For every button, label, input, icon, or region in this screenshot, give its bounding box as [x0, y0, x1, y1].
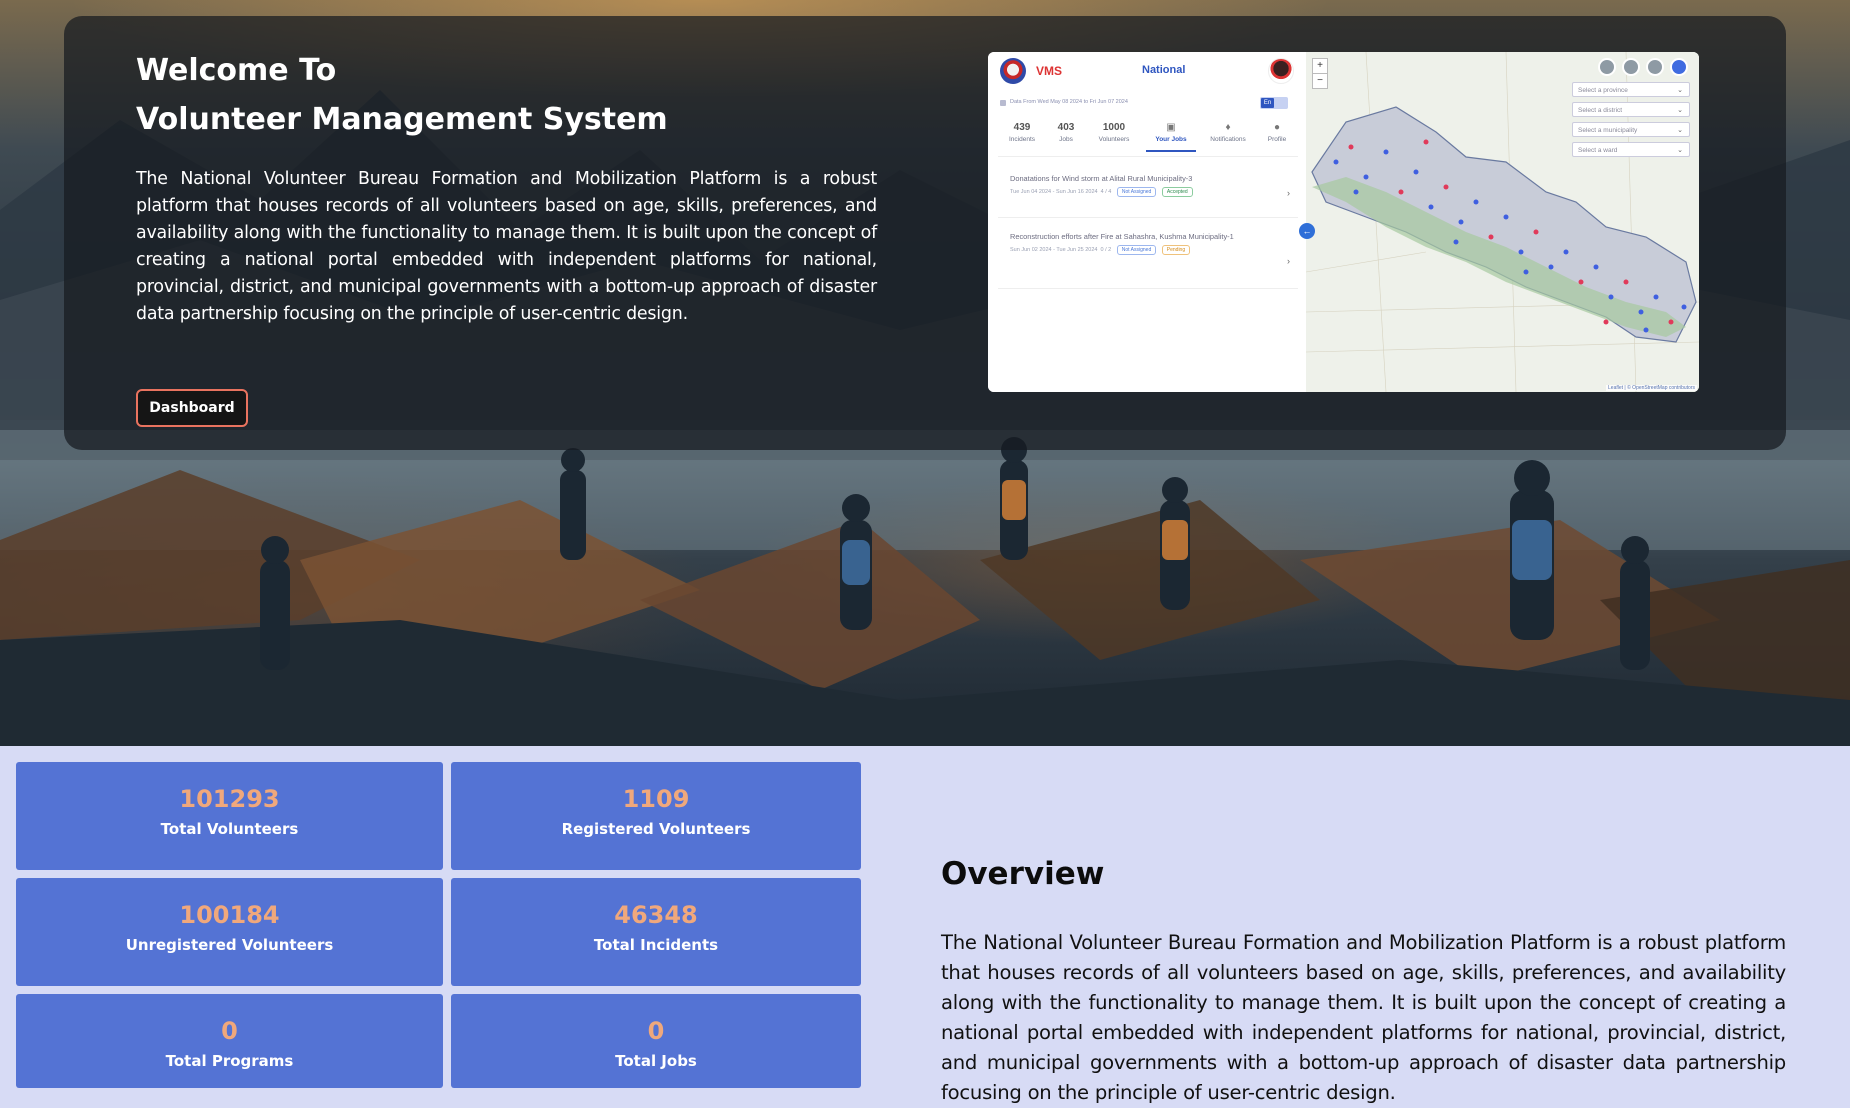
stat-value: 101293: [179, 785, 280, 813]
stat-label: Unregistered Volunteers: [125, 936, 334, 954]
stat-label: Total Jobs: [615, 1052, 697, 1070]
language-label: En: [1261, 98, 1274, 108]
user-icon: ●: [1273, 122, 1281, 133]
collapse-arrow-icon: ←: [1299, 223, 1315, 239]
active-tab-indicator: [1146, 150, 1196, 152]
stat-card-unregistered-volunteers: 100184 Unregistered Volunteers: [16, 878, 443, 986]
divider: [998, 217, 1298, 218]
settings-icon: [1646, 58, 1664, 76]
preview-stat-value: 1000: [1102, 122, 1126, 133]
preview-tab-profile: ● Profile: [1249, 122, 1305, 143]
chevron-right-icon: ›: [1287, 256, 1290, 266]
avatar: [1268, 58, 1294, 84]
preview-map: + − Select a province ⌄ Select a district…: [1305, 52, 1699, 392]
zoom-out-icon: −: [1312, 73, 1328, 89]
district-select: Select a district ⌄: [1572, 102, 1690, 117]
province-select: Select a province ⌄: [1572, 82, 1690, 97]
layers-icon: [1598, 58, 1616, 76]
language-toggle: En: [1260, 97, 1288, 109]
hero-title: Welcome To Volunteer Management System: [136, 46, 668, 144]
status-badge: Not Assigned: [1116, 187, 1157, 197]
divider: [998, 156, 1298, 157]
bell-icon: ♦: [1225, 122, 1231, 133]
preview-stat-label: Volunteers: [1098, 136, 1130, 143]
status-badge: Accepted: [1161, 187, 1193, 197]
preview-job-item: Reconstruction efforts after Fire at Sah…: [1010, 232, 1290, 266]
municipality-select-label: Select a municipality: [1578, 127, 1638, 134]
emblem-logo-icon: [1000, 58, 1026, 84]
stat-card-total-volunteers: 101293 Total Volunteers: [16, 762, 443, 870]
stat-value: 46348: [614, 901, 698, 929]
preview-job-dates: Tue Jun 04 2024 - Sun Jun 16 2024: [1010, 189, 1098, 195]
preview-tab-label: Notifications: [1210, 136, 1246, 143]
preview-job-title: Reconstruction efforts after Fire at Sah…: [1010, 232, 1234, 241]
overview-text: The National Volunteer Bureau Formation …: [941, 931, 1786, 1104]
preview-job-dates: Sun Jun 02 2024 - Tue Jun 25 2024: [1010, 247, 1098, 253]
chevron-down-icon: ⌄: [1677, 147, 1683, 154]
plus-circle-icon: [1622, 58, 1640, 76]
municipality-select: Select a municipality ⌄: [1572, 122, 1690, 137]
stat-value: 1109: [622, 785, 690, 813]
chevron-down-icon: ⌄: [1677, 127, 1683, 134]
chevron-right-icon: ›: [1287, 188, 1290, 198]
calendar-icon: [1000, 100, 1006, 106]
stat-card-registered-volunteers: 1109 Registered Volunteers: [451, 762, 861, 870]
zoom-in-icon: +: [1312, 58, 1328, 74]
stat-value: 100184: [179, 901, 280, 929]
preview-sidebar: VMS National Data From Wed May 08 2024 t…: [988, 52, 1306, 392]
ward-select-label: Select a ward: [1578, 147, 1618, 154]
district-select-label: Select a district: [1578, 107, 1623, 114]
stat-label: Registered Volunteers: [561, 820, 751, 838]
briefcase-icon: ▣: [1166, 122, 1176, 133]
preview-date-range: Data From Wed May 08 2024 to Fri Jun 07 …: [1010, 99, 1128, 105]
status-badge: Not Assigned: [1116, 245, 1157, 255]
filter-icon: [1670, 58, 1688, 76]
province-select-label: Select a province: [1578, 87, 1628, 94]
stat-card-total-jobs: 0 Total Jobs: [451, 994, 861, 1088]
chevron-down-icon: ⌄: [1677, 107, 1683, 114]
chevron-down-icon: ⌄: [1677, 87, 1683, 94]
status-badge: Pending: [1161, 245, 1191, 255]
stat-label: Total Volunteers: [160, 820, 299, 838]
preview-job-item: Donatations for Wind storm at Alital Rur…: [1010, 174, 1290, 198]
stat-value: 0: [221, 1017, 238, 1045]
preview-job-meta: Sun Jun 02 2024 - Tue Jun 25 2024 0 / 2 …: [1010, 245, 1290, 255]
stat-card-total-incidents: 46348 Total Incidents: [451, 878, 861, 986]
preview-stat: 1000 Volunteers: [1086, 122, 1142, 143]
divider: [998, 288, 1298, 289]
stat-card-total-programs: 0 Total Programs: [16, 994, 443, 1088]
app-preview-image: VMS National Data From Wed May 08 2024 t…: [988, 52, 1699, 392]
preview-job-title: Donatations for Wind storm at Alital Rur…: [1010, 174, 1193, 183]
preview-job-count: 4 / 4: [1100, 189, 1112, 195]
stat-value: 0: [647, 1017, 665, 1045]
preview-tab-your-jobs: ▣ Your Jobs: [1143, 122, 1199, 143]
stat-label: Total Programs: [165, 1052, 294, 1070]
preview-job-count: 0 / 2: [1100, 247, 1112, 253]
hero-title-line1: Welcome To: [136, 53, 337, 88]
preview-scope: National: [1142, 64, 1186, 76]
stat-label: Total Incidents: [593, 936, 719, 954]
dashboard-button[interactable]: Dashboard: [136, 389, 248, 427]
overview-title: Overview: [941, 856, 1105, 892]
preview-tab-label: Profile: [1267, 136, 1287, 143]
preview-tab-notifications: ♦ Notifications: [1200, 122, 1256, 143]
preview-tab-label: Your Jobs: [1155, 136, 1187, 143]
preview-job-meta: Tue Jun 04 2024 - Sun Jun 16 2024 4 / 4 …: [1010, 187, 1290, 197]
preview-brand: VMS: [1036, 64, 1063, 78]
hero-description: The National Volunteer Bureau Formation …: [136, 169, 877, 324]
hero-section: Welcome To Volunteer Management System T…: [0, 0, 1850, 746]
hero-title-line2: Volunteer Management System: [136, 102, 668, 137]
ward-select: Select a ward ⌄: [1572, 142, 1690, 157]
map-attribution: Leaflet | © OpenStreetMap contributors: [1606, 385, 1697, 391]
